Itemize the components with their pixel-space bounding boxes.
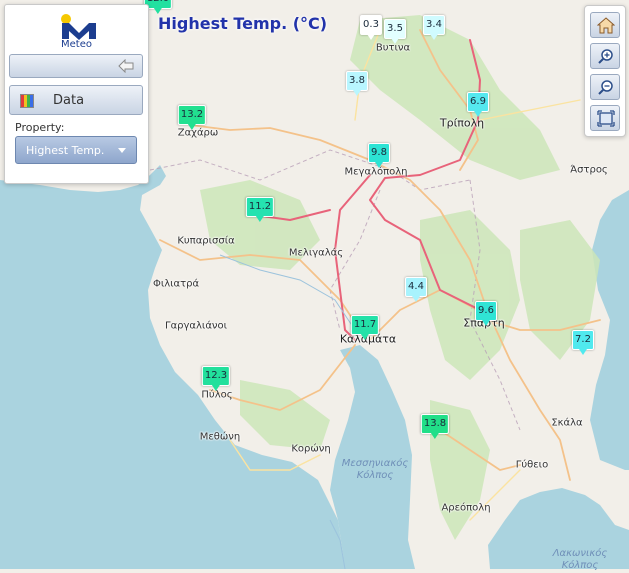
- place-label: Γύθειο: [515, 459, 549, 471]
- sea-label: Λακωνικός Κόλπος: [552, 548, 608, 571]
- map-title: Highest Temp. (°C): [158, 14, 328, 33]
- data-button-label: Data: [53, 93, 85, 108]
- home-button[interactable]: [590, 12, 620, 38]
- temperature-marker[interactable]: 13.8: [420, 414, 450, 439]
- place-label: Μελιγαλάς: [288, 247, 344, 259]
- place-label: Βυτινα: [375, 42, 411, 54]
- arrow-left-icon: [118, 59, 134, 73]
- temperature-marker[interactable]: 4.4: [405, 277, 427, 302]
- zoom-in-button[interactable]: [590, 43, 620, 69]
- sea-label: Μεσσηνιακός Κόλπος: [341, 458, 409, 481]
- temperature-marker[interactable]: 11.2: [245, 197, 275, 222]
- temperature-marker[interactable]: 9.6: [475, 301, 497, 326]
- temperature-marker[interactable]: 6.9: [467, 92, 489, 117]
- property-label: Property:: [15, 121, 65, 134]
- temperature-marker[interactable]: 12.3: [201, 366, 231, 391]
- place-label: Πύλος: [201, 389, 233, 401]
- zoom-out-button[interactable]: [590, 74, 620, 100]
- place-label: Κυπαρισσία: [177, 235, 235, 247]
- place-label: Κορώνη: [291, 443, 331, 455]
- temperature-marker[interactable]: 9.8: [368, 143, 390, 168]
- place-label: Γαργαλιάνοι: [164, 320, 228, 332]
- place-label: Μεγαλόπολη: [344, 166, 408, 178]
- data-button[interactable]: Data: [9, 85, 143, 115]
- messinian-gulf: [330, 345, 415, 569]
- place-label: Μεθώνη: [199, 431, 241, 443]
- place-label: Αρεόπολη: [441, 502, 491, 514]
- zoom-out-icon: [598, 80, 613, 95]
- temperature-marker[interactable]: 13.2: [177, 105, 207, 130]
- east-sea: [590, 190, 629, 470]
- zoom-in-icon: [598, 49, 613, 64]
- place-label: Φιλιατρά: [152, 278, 200, 290]
- map-toolbar: [584, 5, 626, 137]
- place-label: Τρίπολη: [439, 116, 485, 130]
- temperature-marker[interactable]: 3.4: [423, 15, 445, 40]
- temperature-marker[interactable]: 7.2: [572, 330, 594, 355]
- color-palette-icon: [20, 94, 34, 108]
- property-select-value: Highest Temp.: [26, 144, 105, 157]
- collapse-panel-button[interactable]: [9, 54, 143, 78]
- logo-text: Meteo: [61, 39, 92, 50]
- temperature-marker[interactable]: 3.8: [346, 71, 368, 96]
- control-panel: Meteo Data Property: Highest Temp.: [4, 4, 149, 184]
- temperature-marker[interactable]: 11.7: [350, 315, 380, 340]
- home-icon: [597, 17, 615, 34]
- fit-extent-icon: [597, 110, 615, 127]
- property-select[interactable]: Highest Temp.: [15, 136, 137, 164]
- temperature-marker[interactable]: 0.3: [360, 15, 382, 40]
- place-label: Άστρος: [570, 164, 608, 176]
- place-label: Ζαχάρω: [177, 127, 219, 139]
- temperature-marker[interactable]: 3.5: [384, 19, 406, 44]
- place-label: Σκάλα: [551, 417, 583, 429]
- fit-extent-button[interactable]: [590, 105, 620, 131]
- chevron-down-icon: [118, 148, 126, 153]
